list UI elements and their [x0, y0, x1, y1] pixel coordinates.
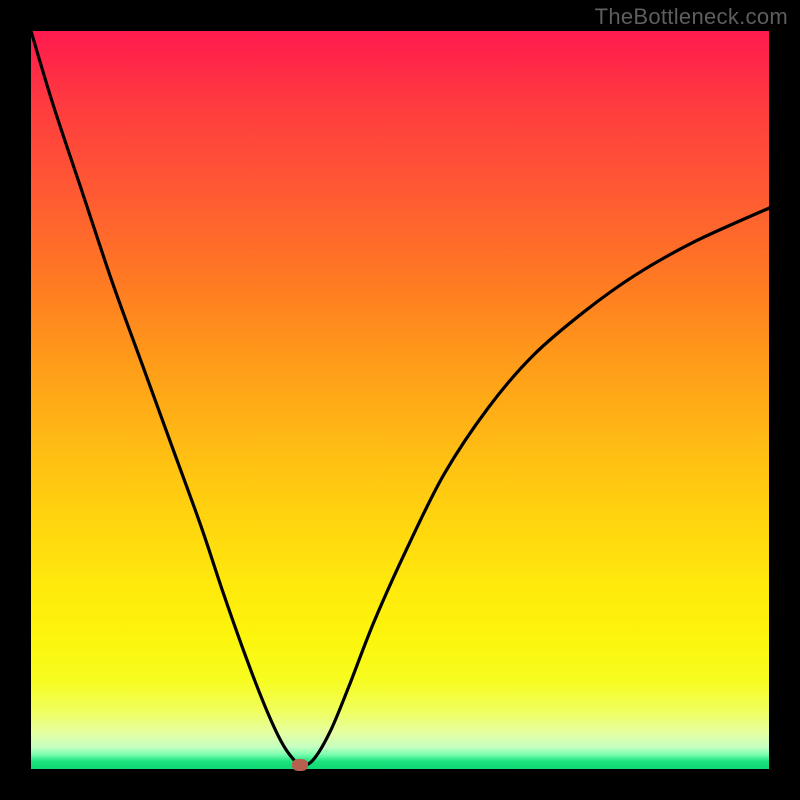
chart-frame: TheBottleneck.com [0, 0, 800, 800]
bottleneck-curve [31, 31, 769, 769]
watermark-text: TheBottleneck.com [595, 4, 788, 30]
minimum-marker [292, 759, 308, 771]
plot-area [31, 31, 769, 769]
